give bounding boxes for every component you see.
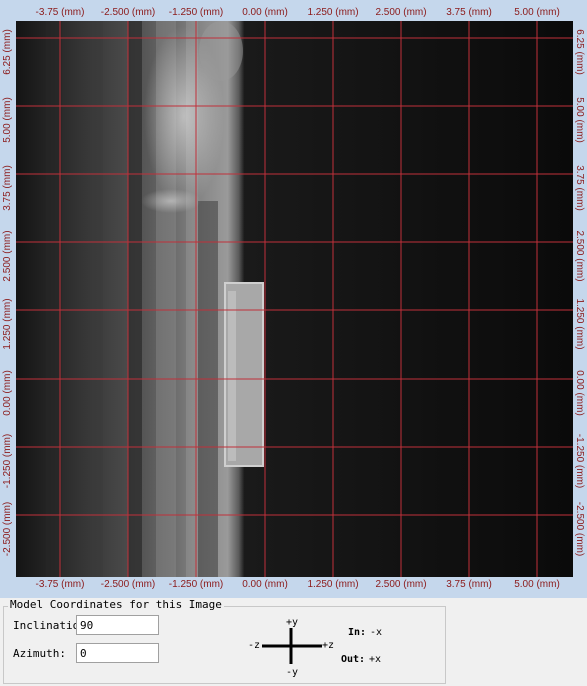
- plus-y-label: +y: [286, 617, 299, 628]
- azimuth-label: Azimuth:: [13, 647, 66, 660]
- y-tick-label-left: 3.75 (mm): [2, 165, 13, 211]
- y-tick-label-right: 1.250 (mm): [574, 298, 585, 350]
- x-tick-label-top: 1.250 (mm): [307, 7, 359, 18]
- y-tick-label-right: 0.00 (mm): [574, 370, 585, 416]
- azimuth-input[interactable]: [76, 643, 159, 663]
- y-tick-label-left: -1.250 (mm): [2, 433, 13, 489]
- y-tick-label-left: -2.500 (mm): [2, 501, 13, 557]
- y-tick-label-right: -2.500 (mm): [574, 501, 585, 557]
- y-tick-label-right: 3.75 (mm): [574, 165, 585, 211]
- x-tick-label-bottom: 5.00 (mm): [514, 579, 560, 590]
- in-value: -x: [370, 627, 383, 638]
- x-tick-label-top: -1.250 (mm): [168, 7, 224, 18]
- microscope-image[interactable]: [16, 21, 573, 577]
- y-tick-label-right: 5.00 (mm): [574, 97, 585, 143]
- image-canvas: [16, 21, 573, 577]
- x-tick-label-bottom: 3.75 (mm): [446, 579, 492, 590]
- x-tick-label-bottom: 2.500 (mm): [375, 579, 427, 590]
- minus-z-label: -z: [248, 640, 261, 651]
- image-viewer: -3.75 (mm) -3.75 (mm) -2.500 (mm) -2.500 (m…: [0, 0, 587, 598]
- y-tick-label-left: 1.250 (mm): [2, 298, 13, 350]
- plus-z-label: +z: [322, 640, 335, 651]
- x-tick-label-bottom: -3.75 (mm): [35, 579, 85, 590]
- x-tick-label-top: -3.75 (mm): [35, 7, 85, 18]
- x-tick-label-top: 5.00 (mm): [514, 7, 560, 18]
- model-coordinates-panel: [3, 606, 446, 684]
- x-tick-label-top: -2.500 (mm): [100, 7, 156, 18]
- x-tick-label-top: 2.500 (mm): [375, 7, 427, 18]
- panel-title: Model Coordinates for this Image: [8, 598, 224, 611]
- x-tick-label-bottom: 0.00 (mm): [242, 579, 288, 590]
- y-tick-label-left: 0.00 (mm): [2, 370, 13, 416]
- out-value: +x: [369, 654, 382, 665]
- minus-y-label: -y: [286, 667, 299, 678]
- y-tick-label-right: 2.500 (mm): [574, 230, 585, 282]
- y-tick-label-left: 6.25 (mm): [2, 29, 13, 75]
- axis-cross-icon: [262, 628, 322, 664]
- out-label: Out:: [341, 654, 366, 665]
- x-tick-label-bottom: 1.250 (mm): [307, 579, 359, 590]
- x-tick-label-bottom: -1.250 (mm): [168, 579, 224, 590]
- y-tick-label-right: -1.250 (mm): [574, 433, 585, 489]
- y-tick-label-left: 5.00 (mm): [2, 97, 13, 143]
- x-tick-label-top: 0.00 (mm): [242, 7, 288, 18]
- y-tick-label-left: 2.500 (mm): [2, 230, 13, 282]
- x-tick-label-top: 3.75 (mm): [446, 7, 492, 18]
- inclination-input[interactable]: [76, 615, 159, 635]
- x-tick-label-bottom: -2.500 (mm): [100, 579, 156, 590]
- in-label: In:: [348, 627, 367, 638]
- y-tick-label-right: 6.25 (mm): [574, 29, 585, 75]
